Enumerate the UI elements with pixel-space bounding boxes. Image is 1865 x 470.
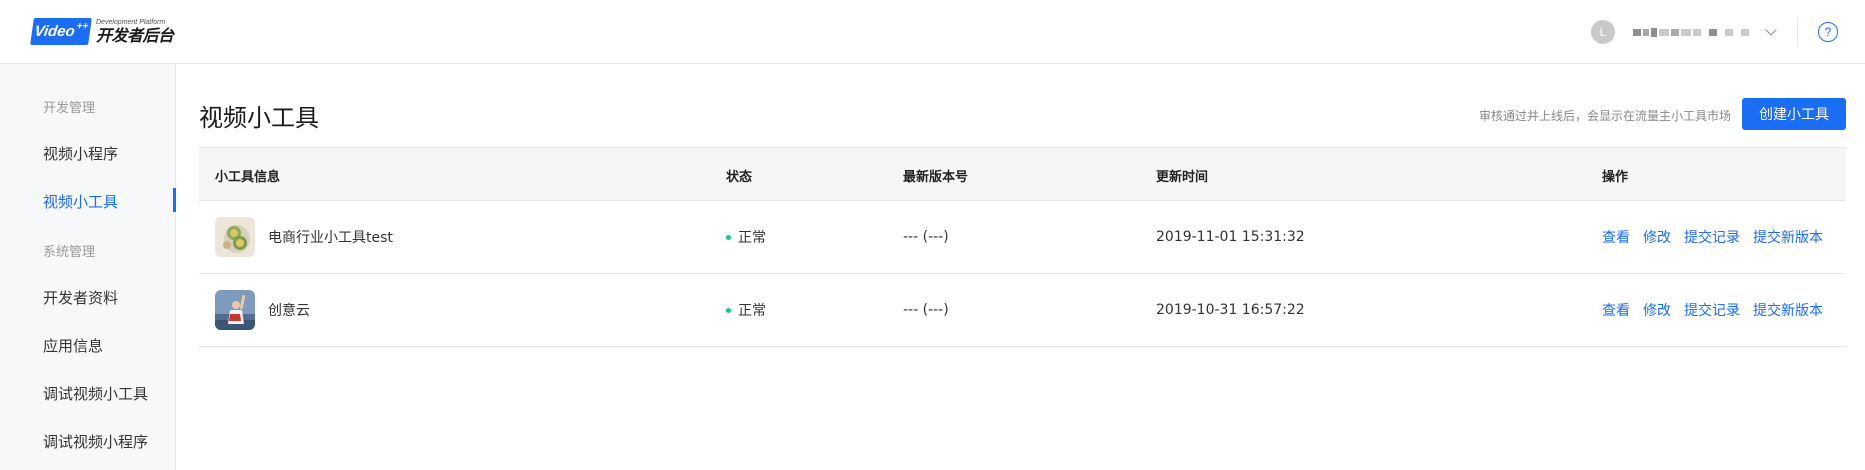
table-row: 创意云 正常 --- (---) 2019-10-31 16:57:22 查看 …	[199, 274, 1846, 347]
status-cell: 正常	[726, 274, 766, 346]
tool-name: 创意云	[268, 303, 310, 319]
submission-history-link[interactable]: 提交记录	[1684, 227, 1740, 247]
logo-badge-sup: ++	[75, 20, 89, 32]
logo-badge-text: Video	[33, 22, 76, 40]
divider	[1797, 17, 1798, 47]
column-header-info: 小工具信息	[215, 169, 281, 185]
top-header: Video ++ Development Platform 开发者后台 L ?	[0, 0, 1865, 64]
redacted-block	[1671, 28, 1679, 36]
version-cell: --- (---)	[903, 302, 949, 318]
column-header-updated: 更新时间	[1156, 169, 1209, 185]
edit-link[interactable]: 修改	[1643, 227, 1671, 247]
table-header: 小工具信息 状态 最新版本号 更新时间 操作	[199, 147, 1846, 201]
listing-hint: 审核通过并上线后，会显示在流量主小工具市场	[1478, 109, 1731, 123]
status-cell: 正常	[726, 201, 766, 273]
status-text: 正常	[738, 303, 766, 319]
status-dot-icon	[726, 307, 731, 313]
redacted-block	[1651, 27, 1657, 37]
sidebar-item-debug-mini-tool[interactable]: 调试视频小工具	[43, 383, 148, 404]
sidebar-item-video-mini-tool[interactable]: 视频小工具	[43, 191, 118, 212]
sidebar-active-indicator	[173, 188, 176, 212]
sidebar-item-developer-profile[interactable]: 开发者资料	[43, 287, 118, 308]
redacted-block	[1725, 28, 1733, 36]
view-link[interactable]: 查看	[1602, 227, 1630, 247]
redacted-block	[1633, 28, 1641, 36]
sidebar-item-debug-mini-program[interactable]: 调试视频小程序	[43, 431, 148, 452]
table-row: 电商行业小工具test 正常 --- (---) 2019-11-01 15:3…	[199, 201, 1846, 274]
logo-subtitle: Development Platform	[96, 18, 166, 26]
column-header-status: 状态	[726, 169, 753, 185]
tool-thumbnail	[215, 290, 255, 330]
help-icon[interactable]: ?	[1818, 22, 1838, 42]
actions-cell: 查看 修改 提交记录 提交新版本	[1602, 274, 1836, 346]
status-text: 正常	[738, 230, 766, 246]
brand-logo[interactable]: Video ++ Development Platform 开发者后台	[30, 15, 174, 47]
avatar[interactable]: L	[1591, 20, 1615, 44]
tool-name: 电商行业小工具test	[268, 230, 393, 246]
page-title: 视频小工具	[199, 104, 319, 132]
status-dot-icon	[726, 234, 731, 240]
logo-title: 开发者后台	[96, 25, 174, 45]
sidebar-item-app-info[interactable]: 应用信息	[43, 335, 103, 356]
tool-thumbnail	[215, 217, 255, 257]
updated-time-cell: 2019-11-01 15:31:32	[1156, 229, 1305, 245]
create-mini-tool-button[interactable]: 创建小工具	[1742, 98, 1846, 130]
redacted-block	[1741, 28, 1749, 36]
redacted-block	[1659, 28, 1669, 36]
sidebar-item-video-mini-program[interactable]: 视频小程序	[43, 143, 118, 164]
column-header-version: 最新版本号	[903, 169, 969, 185]
sidebar: 开发管理 视频小程序 视频小工具 系统管理 开发者资料 应用信息 调试视频小工具…	[0, 64, 176, 470]
redacted-block	[1681, 28, 1691, 36]
logo-badge: Video ++	[30, 17, 92, 45]
redacted-block	[1709, 28, 1717, 36]
sidebar-group-system: 系统管理	[43, 245, 96, 260]
logo-text: Development Platform 开发者后台	[96, 19, 174, 44]
redacted-block	[1693, 28, 1701, 36]
redacted-block	[1643, 28, 1649, 36]
tool-info-cell: 创意云	[215, 274, 310, 346]
submit-new-version-link[interactable]: 提交新版本	[1753, 300, 1823, 320]
mini-tool-table: 小工具信息 状态 最新版本号 更新时间 操作 电商行业小工具test 正常 --…	[199, 147, 1846, 347]
column-header-actions: 操作	[1602, 169, 1629, 185]
tool-info-cell: 电商行业小工具test	[215, 201, 393, 273]
edit-link[interactable]: 修改	[1643, 300, 1671, 320]
username-redacted[interactable]	[1633, 27, 1749, 37]
view-link[interactable]: 查看	[1602, 300, 1630, 320]
updated-time-cell: 2019-10-31 16:57:22	[1156, 302, 1305, 318]
submission-history-link[interactable]: 提交记录	[1684, 300, 1740, 320]
version-cell: --- (---)	[903, 229, 949, 245]
chevron-down-icon[interactable]	[1765, 24, 1777, 36]
sidebar-group-dev: 开发管理	[43, 101, 96, 116]
actions-cell: 查看 修改 提交记录 提交新版本	[1602, 201, 1836, 273]
user-area: L ?	[1591, 0, 1865, 64]
submit-new-version-link[interactable]: 提交新版本	[1753, 227, 1823, 247]
